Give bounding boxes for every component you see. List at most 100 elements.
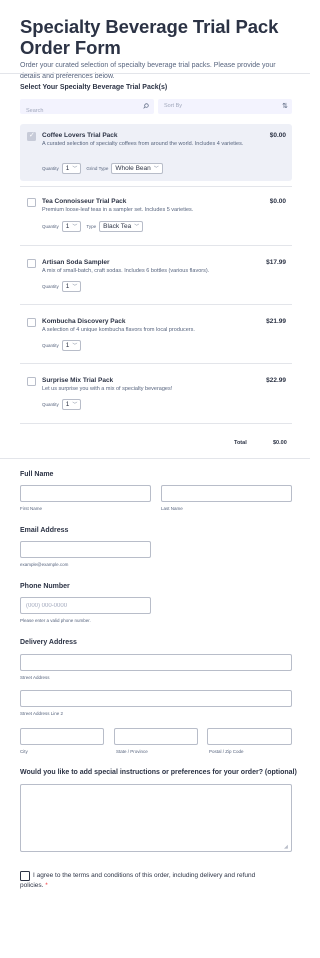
address-label: Delivery Address — [20, 639, 77, 646]
product-name: Surprise Mix Trial Pack — [42, 377, 114, 384]
quantity-value: 1 — [65, 401, 70, 408]
product-item[interactable]: Surprise Mix Trial Pack $22.99 Let us su… — [20, 369, 292, 414]
product-description: A selection of 4 unique kombucha flavors… — [42, 327, 195, 333]
chevron-down-icon: ﹀ — [72, 224, 78, 230]
grind-type-value: Whole Bean — [115, 165, 151, 172]
quantity-value: 1 — [65, 342, 70, 349]
email-input[interactable] — [20, 541, 151, 558]
email-sublabel: example@example.com — [20, 562, 69, 567]
first-name-input[interactable] — [20, 485, 151, 502]
resize-grip-icon[interactable]: ◢ — [284, 844, 288, 850]
full-name-label: Full Name — [20, 471, 54, 478]
grind-type-select[interactable]: Whole Bean ﹀ — [111, 163, 163, 174]
agree-text[interactable]: I agree to the terms and conditions of t… — [20, 871, 270, 890]
product-divider — [20, 245, 292, 246]
street-address-line2-input[interactable] — [20, 690, 292, 707]
product-name: Artisan Soda Sampler — [42, 259, 110, 266]
product-price: $17.99 — [266, 259, 286, 266]
zip-sublabel: Postal / Zip Code — [209, 749, 244, 754]
product-checkbox[interactable] — [27, 198, 36, 207]
quantity-label: Quantity — [42, 402, 59, 407]
quantity-label: Quantity — [42, 166, 59, 171]
product-description: Let us surprise you with a mix of specia… — [42, 386, 173, 392]
tea-type-value: Black Tea — [103, 223, 132, 230]
product-price: $22.99 — [266, 377, 286, 384]
chevron-down-icon: ﹀ — [72, 284, 78, 290]
email-label: Email Address — [20, 527, 69, 534]
tea-type-select[interactable]: Black Tea ﹀ — [99, 221, 144, 232]
quantity-select[interactable]: 1 ﹀ — [61, 281, 82, 292]
product-divider — [20, 363, 292, 364]
first-name-sublabel: First Name — [20, 506, 43, 511]
agree-label: I agree to the terms and conditions of t… — [20, 872, 256, 889]
product-name: Coffee Lovers Trial Pack — [42, 132, 118, 139]
total-value: $0.00 — [273, 440, 287, 446]
sort-icon: ⇅ — [282, 103, 288, 110]
product-checkbox[interactable] — [27, 259, 36, 268]
search-icon[interactable] — [143, 103, 149, 109]
total-label: Total — [234, 440, 247, 446]
tea-type-label: Type — [86, 224, 97, 229]
chevron-down-icon: ﹀ — [134, 224, 140, 230]
quantity-label: Quantity — [42, 224, 59, 229]
quantity-label: Quantity — [42, 284, 59, 289]
product-price: $0.00 — [269, 198, 286, 205]
quantity-value: 1 — [65, 223, 70, 230]
quantity-label: Quantity — [42, 343, 59, 348]
product-description: A curated selection of specialty coffees… — [42, 141, 244, 147]
header-divider — [0, 73, 310, 74]
product-name: Kombucha Discovery Pack — [42, 318, 126, 325]
street-address-sublabel: Street Address — [20, 675, 50, 680]
product-checkbox[interactable] — [27, 131, 36, 141]
phone-input[interactable] — [20, 597, 151, 614]
state-sublabel: State / Province — [116, 749, 148, 754]
product-options: Quantity 1 ﹀ Grind Type Whole Bean ﹀ — [42, 163, 163, 174]
product-divider — [20, 423, 292, 424]
product-item[interactable]: Kombucha Discovery Pack $21.99 A selecti… — [20, 310, 292, 355]
grind-type-label: Grind Type — [86, 166, 109, 171]
zip-input[interactable] — [207, 728, 292, 745]
page-subtitle: Order your curated selection of specialt… — [20, 62, 276, 80]
last-name-sublabel: Last Name — [161, 506, 183, 511]
product-options: Quantity 1 ﹀ — [42, 399, 82, 410]
quantity-value: 1 — [65, 165, 70, 172]
page-title: Specialty Beverage Trial Pack Order Form — [20, 16, 279, 58]
quantity-select[interactable]: 1 ﹀ — [61, 340, 82, 351]
street-address-input[interactable] — [20, 654, 292, 671]
last-name-input[interactable] — [161, 485, 292, 502]
chevron-down-icon: ﹀ — [72, 402, 78, 408]
product-item[interactable]: Artisan Soda Sampler $17.99 A mix of sma… — [20, 251, 292, 296]
product-item[interactable]: Tea Connoisseur Trial Pack $0.00 Premium… — [20, 190, 292, 235]
required-mark: * — [45, 881, 48, 889]
state-input[interactable] — [114, 728, 198, 745]
product-checkbox[interactable] — [27, 318, 36, 327]
chevron-down-icon: ﹀ — [72, 166, 78, 172]
quantity-value: 1 — [65, 283, 70, 290]
quantity-select[interactable]: 1 ﹀ — [61, 163, 82, 174]
instructions-textarea[interactable] — [20, 784, 292, 852]
sort-dropdown[interactable]: Sort By ⇅ — [158, 99, 292, 114]
city-input[interactable] — [20, 728, 104, 745]
chevron-down-icon: ﹀ — [153, 166, 159, 172]
quantity-select[interactable]: 1 ﹀ — [61, 221, 82, 232]
product-checkbox[interactable] — [27, 377, 36, 386]
total-divider — [0, 458, 310, 459]
quantity-select[interactable]: 1 ﹀ — [61, 399, 82, 410]
sort-label: Sort By — [164, 103, 183, 109]
phone-sublabel: Please enter a valid phone number. — [20, 618, 91, 623]
city-sublabel: City — [20, 749, 28, 754]
product-divider — [20, 304, 292, 305]
product-item[interactable]: Coffee Lovers Trial Pack $0.00 A curated… — [20, 124, 292, 181]
product-options: Quantity 1 ﹀ — [42, 340, 82, 351]
product-name: Tea Connoisseur Trial Pack — [42, 198, 127, 205]
product-price: $0.00 — [269, 132, 286, 139]
chevron-down-icon: ﹀ — [72, 343, 78, 349]
phone-label: Phone Number — [20, 583, 70, 590]
product-description: A mix of small-batch, craft sodas. Inclu… — [42, 268, 210, 274]
products-label: Select Your Specialty Beverage Trial Pac… — [20, 84, 168, 91]
instructions-label: Would you like to add special instructio… — [20, 769, 297, 776]
product-price: $21.99 — [266, 318, 286, 325]
product-toolbar: Sort By ⇅ — [20, 99, 292, 119]
street-address-line2-sublabel: Street Address Line 2 — [20, 711, 64, 716]
search-input[interactable] — [20, 103, 154, 119]
